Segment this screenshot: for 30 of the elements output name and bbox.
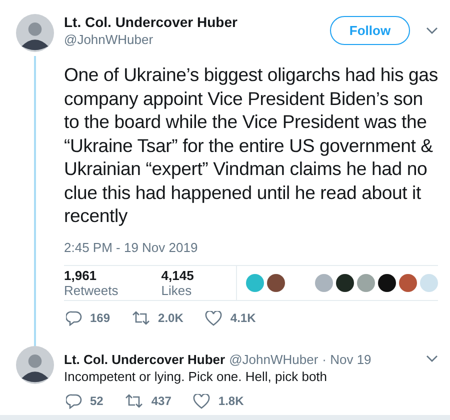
heart-icon[interactable] — [205, 310, 222, 326]
reply-icon[interactable] — [66, 394, 82, 408]
retweet-count: 2.0K — [158, 311, 184, 325]
display-name[interactable]: Lt. Col. Undercover Huber — [64, 14, 322, 30]
retweet-icon[interactable] — [125, 394, 144, 408]
heart-icon[interactable] — [193, 394, 210, 408]
retweets-stat[interactable]: 1,961 Retweets — [64, 268, 154, 298]
chevron-icon[interactable] — [426, 26, 438, 34]
username[interactable]: @JohnWHuber — [64, 32, 322, 47]
likes-stat[interactable]: 4,145 Likes — [161, 268, 227, 298]
liker-avatar[interactable] — [336, 274, 354, 292]
retweet-icon[interactable] — [132, 311, 150, 325]
timestamp[interactable]: 2:45 PM - 19 Nov 2019 — [64, 240, 438, 266]
follow-button[interactable]: Follow — [330, 16, 410, 45]
chevron-icon[interactable] — [426, 355, 438, 363]
tweet-date[interactable]: · Nov 19 — [322, 352, 372, 366]
avatar-icon[interactable] — [16, 14, 54, 52]
like-count: 4.1K — [230, 311, 256, 325]
liker-avatar[interactable] — [267, 274, 285, 292]
avatar-icon[interactable] — [16, 346, 54, 384]
reply-text: Incompetent or lying. Pick one. Hell, pick both — [64, 368, 328, 384]
like-count: 1.8K — [218, 394, 244, 408]
reply-icon[interactable] — [66, 310, 82, 326]
username[interactable]: @JohnWHuber — [229, 352, 318, 366]
reply-count: 52 — [90, 394, 104, 408]
retweet-count: 437 — [151, 394, 172, 408]
liker-avatar[interactable] — [378, 274, 396, 292]
display-name[interactable]: Lt. Col. Undercover Huber — [64, 352, 226, 366]
tweet-text: One of Ukraine’s biggest oligarchs had his gas company appoint Vice President Biden’s son to the board while the Vice President was the “Ukraine Tsar” for the entire US government & Ukrainian “expert” Vindman claims he had no clue this had happened until he read about it recently — [64, 63, 438, 228]
reply-count: 169 — [90, 311, 110, 325]
